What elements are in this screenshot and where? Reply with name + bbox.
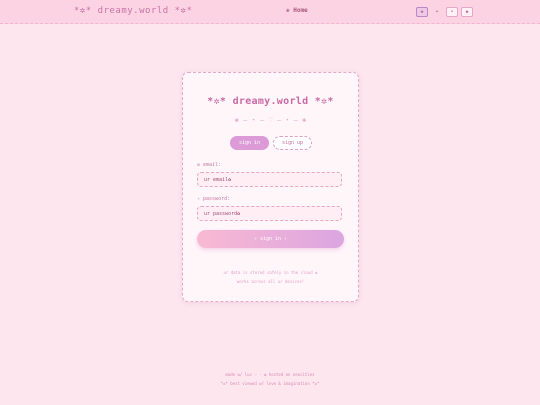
window-controls: ◆ + • ◆	[416, 7, 473, 17]
sign-in-button[interactable]: ✧ sign in ✧	[197, 230, 344, 248]
home-link[interactable]: ❀ Home	[286, 7, 308, 14]
decorative-divider: ❀ — ⋆ — ♡ — ⋆ — ❀	[234, 116, 307, 124]
devices-note: works across all ur devices!	[236, 279, 305, 284]
tab-sign-in[interactable]: sign in	[230, 136, 269, 150]
card-title: *✲* dreamy.world *✲*	[207, 96, 334, 107]
diamond-button[interactable]: ◆	[416, 7, 428, 17]
email-field[interactable]	[197, 172, 342, 187]
site-logo[interactable]: *✲* dreamy.world *✲*	[74, 6, 192, 16]
password-field[interactable]	[197, 206, 342, 221]
footer-credits: made w/ luv ♡ · ❀ hosted on neocities	[225, 372, 315, 377]
login-card: *✲* dreamy.world *✲* ❀ — ⋆ — ♡ — ⋆ — ❀ s…	[182, 72, 359, 302]
plus-button[interactable]: +	[431, 7, 443, 17]
diamond-button-2[interactable]: ◆	[461, 7, 473, 17]
tab-sign-up[interactable]: sign up	[273, 136, 312, 150]
top-navbar: *✲* dreamy.world *✲* ❀ Home ◆ + • ◆	[0, 0, 540, 24]
auth-tabs: sign in sign up	[230, 136, 312, 150]
email-label: ✉ email:	[197, 162, 222, 168]
password-label: ✧ password:	[197, 196, 231, 202]
footer-tagline: *✲* best viewed w/ love & imagination *✲…	[220, 381, 320, 386]
dot-button[interactable]: •	[446, 7, 458, 17]
storage-note: ur data is stored safely in the cloud ❀	[223, 270, 318, 275]
